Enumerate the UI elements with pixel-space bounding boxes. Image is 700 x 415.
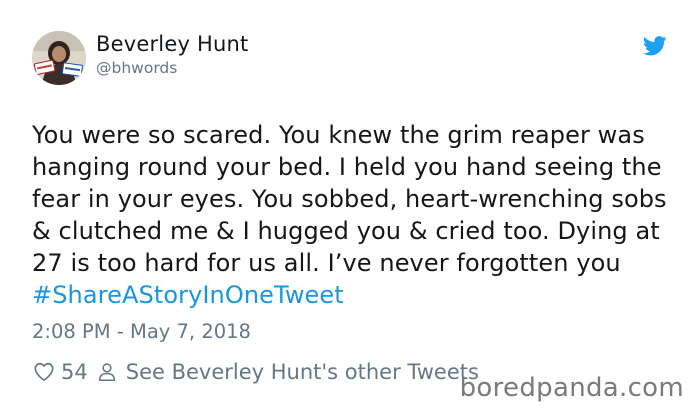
- hashtag-link[interactable]: #ShareAStoryInOneTweet: [32, 281, 344, 309]
- boredpanda-watermark: boredpanda.com: [459, 373, 684, 403]
- other-tweets-link[interactable]: See Beverley Hunt's other Tweets: [126, 360, 479, 384]
- tweet-body: You were so scared. You knew the grim re…: [32, 121, 667, 277]
- author-name[interactable]: Beverley Hunt: [96, 32, 248, 56]
- tweet-text: You were so scared. You knew the grim re…: [32, 119, 682, 311]
- author-handle[interactable]: @bhwords: [96, 59, 177, 77]
- avatar[interactable]: [32, 31, 86, 85]
- tweet-card: Beverley Hunt @bhwords You were so scare…: [0, 0, 700, 415]
- person-icon: [98, 363, 115, 382]
- avatar-photo: [32, 31, 86, 85]
- tweet-actions: 54 See Beverley Hunt's other Tweets: [33, 358, 479, 386]
- tweet-timestamp[interactable]: 2:08 PM - May 7, 2018: [32, 320, 251, 343]
- likes-count[interactable]: 54: [61, 360, 88, 384]
- twitter-bird-icon[interactable]: [643, 36, 667, 56]
- heart-icon[interactable]: [33, 361, 55, 383]
